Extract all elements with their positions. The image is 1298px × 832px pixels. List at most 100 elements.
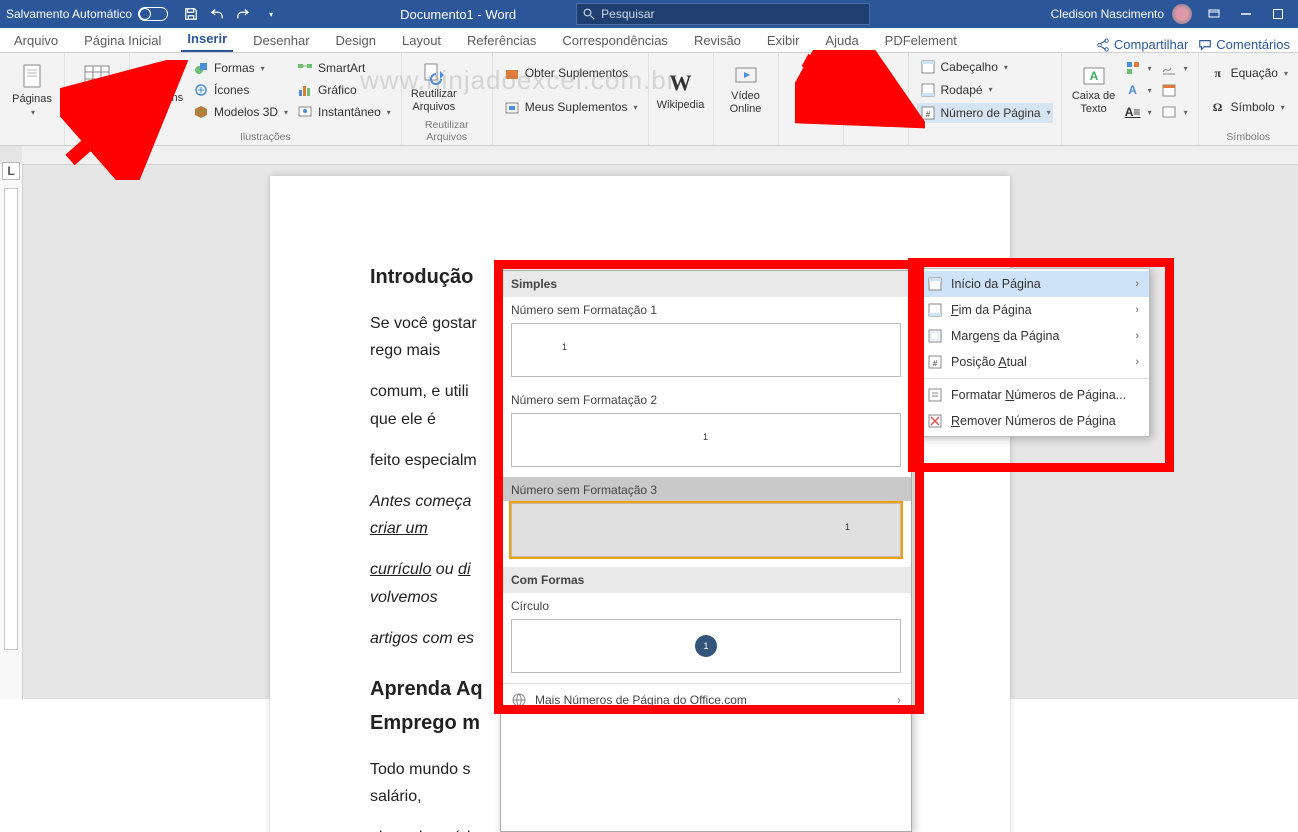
save-icon[interactable] bbox=[182, 5, 200, 23]
ribbon: www.ninjadoexcel.com.br Páginas▾ Tabela▾… bbox=[0, 53, 1298, 146]
circle-shape: 1 bbox=[695, 635, 717, 657]
instantaneo-label: Instantâneo bbox=[318, 105, 381, 119]
tab-design[interactable]: Design bbox=[330, 29, 382, 52]
chevron-right-icon: › bbox=[1135, 278, 1139, 290]
imagens-button[interactable]: Imagens▾ bbox=[138, 57, 186, 123]
menu-item-fim-pagina[interactable]: Fim da Página › bbox=[917, 297, 1149, 323]
rodape-button[interactable]: Rodapé▾ bbox=[917, 80, 1053, 100]
gallery-item-nf3[interactable]: 1 bbox=[511, 503, 901, 557]
date-icon bbox=[1160, 81, 1178, 99]
formas-button[interactable]: Formas▾ bbox=[190, 58, 290, 78]
menu-item-inicio-pagina[interactable]: Início da Página › bbox=[917, 271, 1149, 297]
tab-correspondencias[interactable]: Correspondências bbox=[556, 29, 674, 52]
chevron-right-icon: › bbox=[1135, 330, 1139, 342]
tab-pdfelement[interactable]: PDFelement bbox=[879, 29, 963, 52]
qat-more-icon[interactable]: ▾ bbox=[262, 5, 280, 23]
chevron-down-icon: ▾ bbox=[1047, 108, 1051, 117]
tab-selector[interactable]: L bbox=[2, 162, 20, 180]
chevron-down-icon: ▾ bbox=[1148, 64, 1152, 73]
wordart-button[interactable]: A▾ bbox=[1122, 80, 1154, 100]
menu-label: Fim da Página bbox=[951, 303, 1032, 317]
reutilizar-button[interactable]: Reutilizar Arquivos bbox=[410, 57, 458, 117]
autosave-switch-icon[interactable] bbox=[138, 7, 168, 21]
share-button[interactable]: Compartilhar bbox=[1096, 37, 1188, 52]
smartart-button[interactable]: SmartArt bbox=[294, 58, 393, 78]
tab-arquivo[interactable]: Arquivo bbox=[8, 29, 64, 52]
cabecalho-button[interactable]: Cabeçalho▾ bbox=[917, 57, 1053, 77]
svg-text:A: A bbox=[1089, 69, 1098, 83]
user-name: Cledison Nascimento bbox=[1051, 7, 1164, 21]
gallery-item-circulo[interactable]: 1 bbox=[511, 619, 901, 673]
icones-button[interactable]: Ícones bbox=[190, 80, 290, 100]
signature-button[interactable]: ▾ bbox=[1158, 58, 1190, 78]
gallery-item-nf1[interactable]: 1 bbox=[511, 323, 901, 377]
share-icon bbox=[1096, 38, 1110, 52]
redo-icon[interactable] bbox=[234, 5, 252, 23]
simbolo-label: Símbolo bbox=[1231, 100, 1275, 114]
chart-icon bbox=[296, 81, 314, 99]
comments-button[interactable]: Comentários bbox=[1198, 37, 1290, 52]
gallery-more-office[interactable]: Mais Números de Página do Office.com › bbox=[501, 683, 911, 716]
meus-suplementos-button[interactable]: Meus Suplementos▾ bbox=[501, 97, 640, 117]
tab-layout[interactable]: Layout bbox=[396, 29, 447, 52]
group-paginas: Páginas▾ bbox=[0, 53, 65, 145]
video-label: Vídeo Online bbox=[722, 90, 770, 114]
equacao-button[interactable]: πEquação▾ bbox=[1207, 63, 1290, 83]
tab-ajuda[interactable]: Ajuda bbox=[819, 29, 864, 52]
menu-item-posicao-atual[interactable]: # Posição Atual › bbox=[917, 349, 1149, 375]
caixa-texto-label: Caixa de Texto bbox=[1070, 90, 1118, 114]
tab-inserir[interactable]: Inserir bbox=[181, 27, 233, 52]
autosave-toggle[interactable]: Salvamento Automático bbox=[6, 7, 168, 21]
maximize-icon[interactable] bbox=[1264, 0, 1292, 28]
object-button[interactable]: ▾ bbox=[1158, 102, 1190, 122]
menu-item-margens-pagina[interactable]: Margens da Página › bbox=[917, 323, 1149, 349]
grafico-button[interactable]: Gráfico bbox=[294, 80, 393, 100]
gallery-item-nf2[interactable]: 1 bbox=[511, 413, 901, 467]
chevron-down-icon: ▾ bbox=[1284, 69, 1288, 78]
tab-referencias[interactable]: Referências bbox=[461, 29, 542, 52]
tab-desenhar[interactable]: Desenhar bbox=[247, 29, 315, 52]
undo-icon[interactable] bbox=[208, 5, 226, 23]
quickparts-button[interactable]: ▾ bbox=[1122, 58, 1154, 78]
numero-pagina-button[interactable]: #Número de Página▾ bbox=[917, 103, 1053, 123]
reutilizar-label: Reutilizar Arquivos bbox=[410, 88, 458, 112]
cube-icon bbox=[192, 103, 210, 121]
obter-suplementos-button[interactable]: Obter Suplementos bbox=[501, 63, 640, 83]
tab-revisao[interactable]: Revisão bbox=[688, 29, 747, 52]
chevron-right-icon: › bbox=[1135, 356, 1139, 368]
links-button[interactable]: Links▾ bbox=[787, 57, 835, 123]
chevron-down-icon: ▾ bbox=[809, 106, 813, 115]
user-area[interactable]: Cledison Nascimento bbox=[1051, 0, 1292, 28]
page-icon bbox=[21, 64, 43, 90]
icones-label: Ícones bbox=[214, 83, 249, 97]
tab-exibir[interactable]: Exibir bbox=[761, 29, 806, 52]
video-button[interactable]: Vídeo Online bbox=[722, 57, 770, 123]
instantaneo-button[interactable]: Instantâneo▾ bbox=[294, 102, 393, 122]
search-box[interactable]: Pesquisar bbox=[576, 3, 870, 25]
bottom-of-page-icon bbox=[927, 302, 943, 318]
comment-icon bbox=[1198, 38, 1212, 52]
tabela-button[interactable]: Tabela▾ bbox=[73, 57, 121, 123]
wikipedia-button[interactable]: W Wikipedia bbox=[657, 57, 705, 123]
chevron-down-icon: ▾ bbox=[161, 107, 165, 116]
avatar bbox=[1172, 4, 1192, 24]
chevron-down-icon: ▾ bbox=[989, 85, 993, 94]
ribbon-display-icon[interactable] bbox=[1200, 0, 1228, 28]
tab-pagina-inicial[interactable]: Página Inicial bbox=[78, 29, 167, 52]
comentario-button[interactable]: Comentário bbox=[852, 57, 900, 123]
textbox-icon: A bbox=[1082, 65, 1106, 87]
wikipedia-label: Wikipedia bbox=[657, 99, 705, 111]
menu-item-formatar-numeros[interactable]: Formatar Números de Página... bbox=[917, 382, 1149, 408]
menu-item-remover-numeros[interactable]: Remover Números de Página bbox=[917, 408, 1149, 434]
store-icon bbox=[503, 64, 521, 82]
chevron-down-icon: ▾ bbox=[1184, 64, 1188, 73]
minimize-icon[interactable] bbox=[1232, 0, 1260, 28]
modelos3d-button[interactable]: Modelos 3D▾ bbox=[190, 102, 290, 122]
dropcap-button[interactable]: A≡▾ bbox=[1122, 102, 1154, 122]
caixa-texto-button[interactable]: A Caixa de Texto bbox=[1070, 57, 1118, 123]
simbolo-button[interactable]: ΩSímbolo▾ bbox=[1207, 97, 1290, 117]
gallery-section-simples: Simples bbox=[501, 271, 911, 297]
group-cabecalho-rodape: Cabeçalho▾ Rodapé▾ #Número de Página▾ bbox=[909, 53, 1062, 145]
datetime-button[interactable] bbox=[1158, 80, 1190, 100]
paginas-button[interactable]: Páginas▾ bbox=[8, 57, 56, 123]
